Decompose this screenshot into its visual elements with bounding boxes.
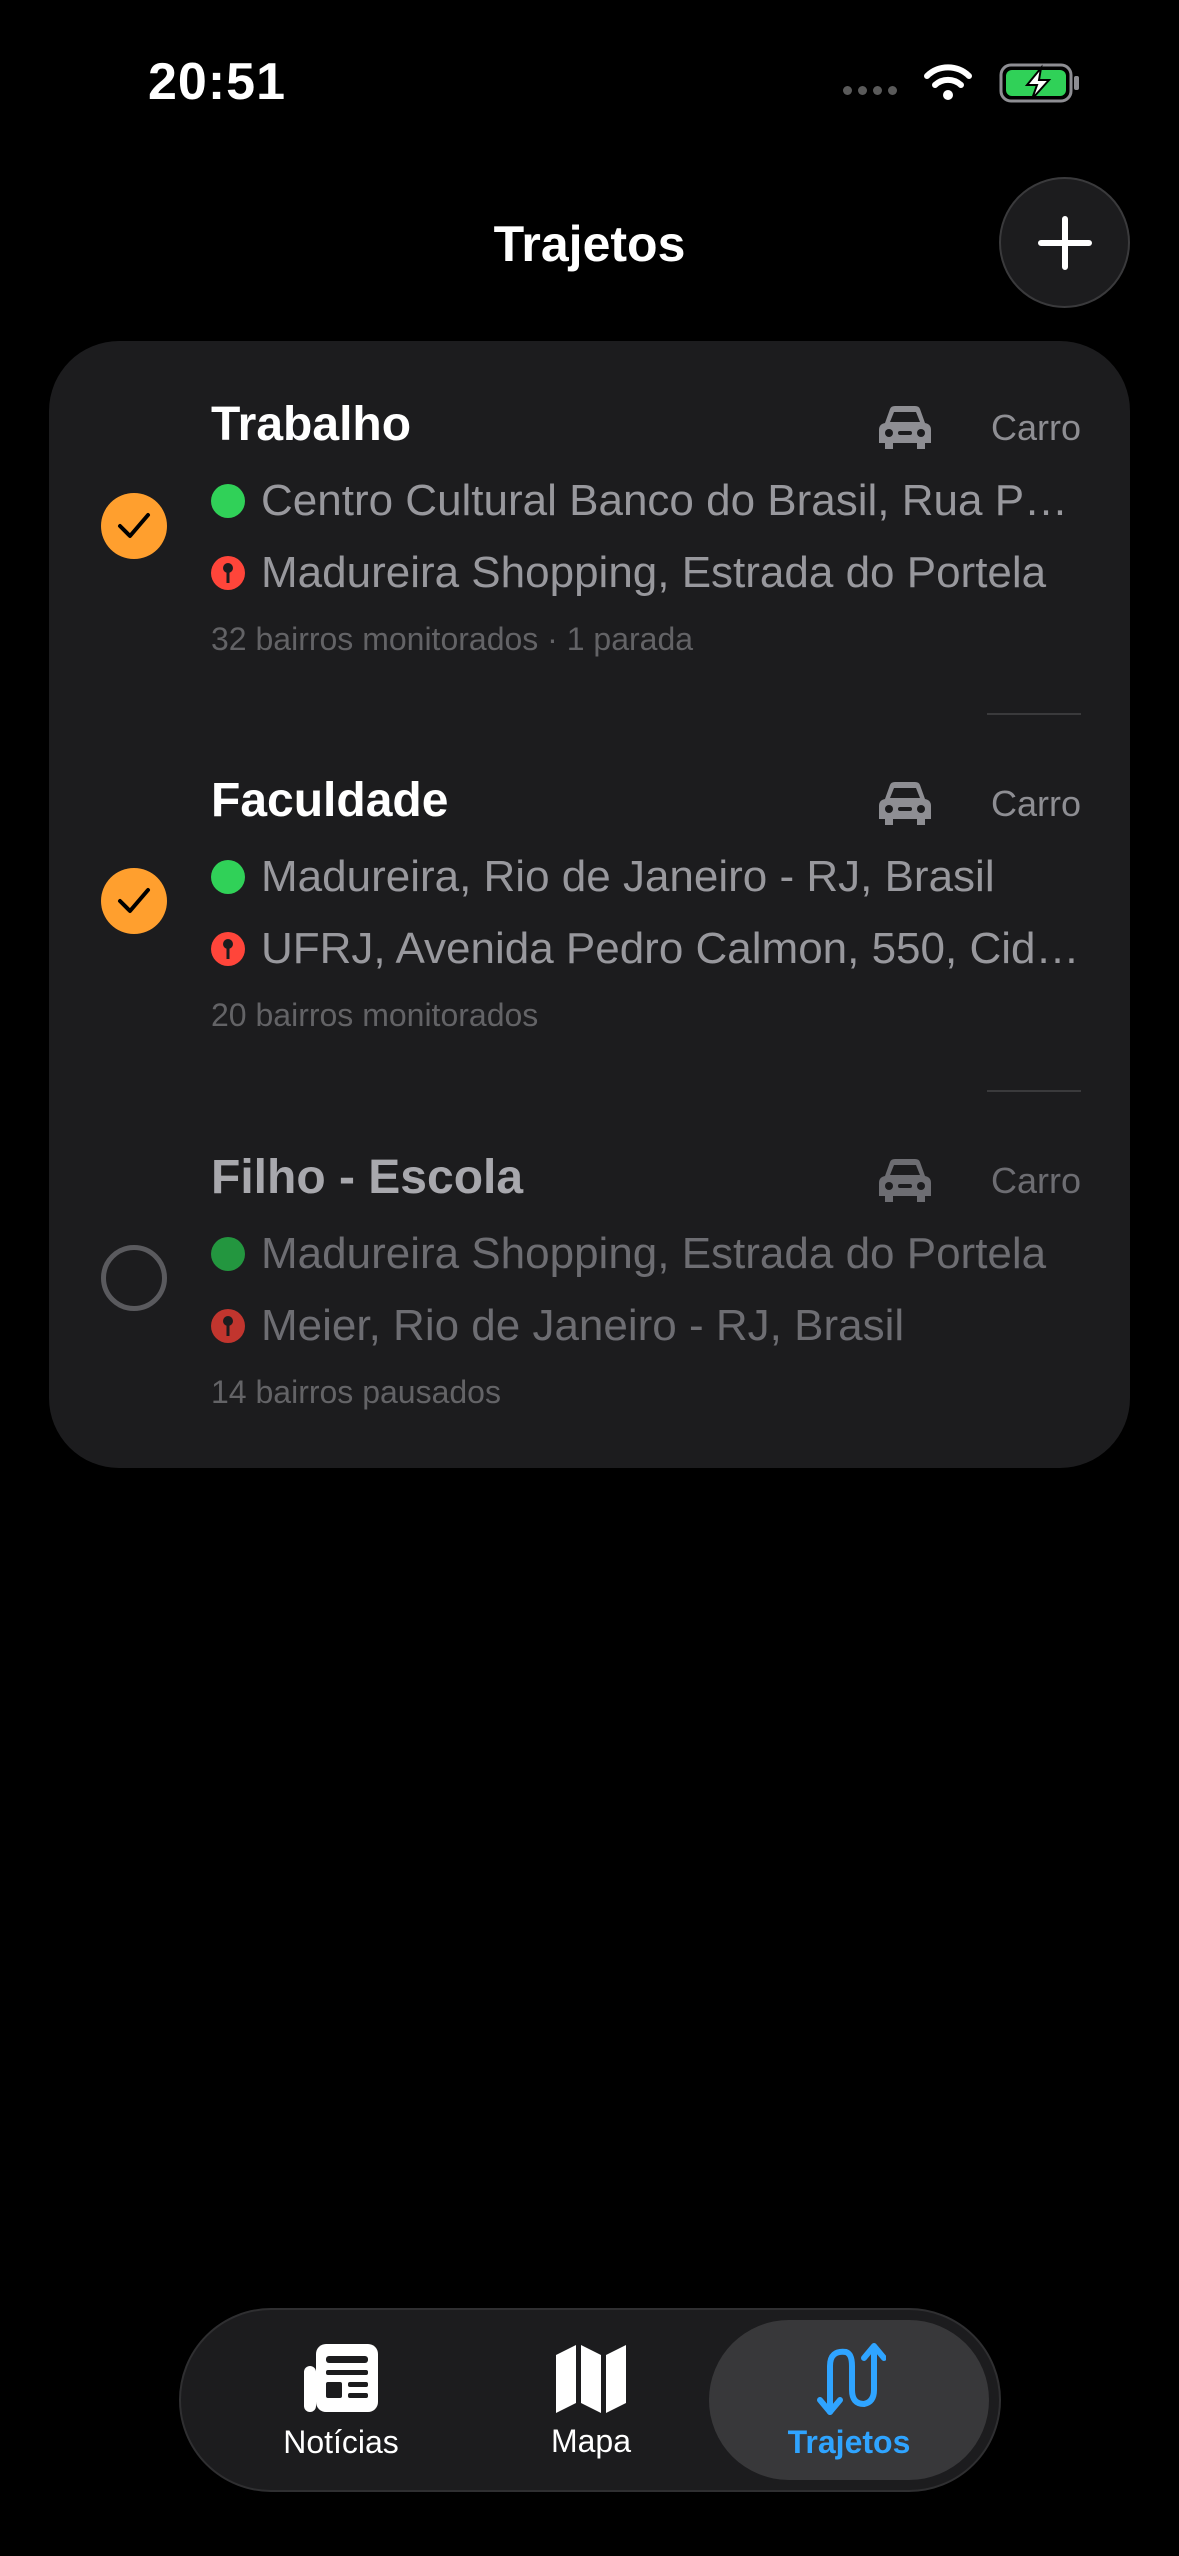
destination-row: Meier, Rio de Janeiro - RJ, Brasil [211,1301,1081,1351]
divider [987,713,1081,715]
route-meta: 32 bairros monitorados · 1 parada [211,621,694,657]
origin-dot-icon [211,484,245,518]
divider [987,1090,1081,1092]
mode-label: Carro [990,407,1081,448]
origin-row: Madureira Shopping, Estrada do Portela [211,1229,1081,1279]
origin-dot-icon [211,1237,245,1271]
tab-label: Trajetos [787,2423,911,2460]
map-icon [556,2344,626,2413]
routes-icon [817,2342,886,2415]
destination-text: Madureira Shopping, Estrada do Portela [261,548,1047,597]
origin-row: Centro Cultural Banco do Brasil, Rua Pri… [211,476,1081,526]
destination-row: Madureira Shopping, Estrada do Portela [211,548,1081,598]
origin-text: Madureira Shopping, Estrada do Portela [261,1229,1047,1278]
route-item-filho-escola[interactable]: Filho - Escola Carro Madureira Shopping,… [49,1095,1130,1471]
origin-row: Madureira, Rio de Janeiro - RJ, Brasil [211,852,1081,902]
cellular-signal-icon [843,85,897,95]
destination-pin-icon [211,556,245,590]
route-meta: 14 bairros pausados [211,1374,501,1410]
origin-text: Madureira, Rio de Janeiro - RJ, Brasil [261,852,995,901]
route-meta: 20 bairros monitorados [211,997,539,1033]
car-icon [879,406,931,449]
route-name: Trabalho [211,398,412,451]
destination-text: UFRJ, Avenida Pedro Calmon, 550, Cidade … [261,924,1081,973]
route-item-faculdade[interactable]: Faculdade Carro Madureira, Rio de Janeir… [49,718,1130,1094]
battery-charging-icon [999,63,1079,103]
destination-text: Meier, Rio de Janeiro - RJ, Brasil [261,1301,905,1350]
route-toggle-checkbox[interactable] [101,493,167,559]
screen: 20:51 Trajetos Trabalho Carro Centro Cul… [0,0,1179,2556]
car-icon [879,1159,931,1202]
origin-dot-icon [211,860,245,894]
destination-pin-icon [211,1309,245,1343]
tab-label: Mapa [550,2422,632,2459]
tab-trajetos[interactable]: Trajetos [709,2320,989,2480]
route-name: Filho - Escola [211,1151,524,1204]
add-route-button[interactable] [999,177,1130,308]
car-icon [879,782,931,825]
status-icons [843,62,1081,104]
tab-mapa[interactable]: Mapa [501,2310,681,2490]
tab-label: Notícias [283,2423,399,2460]
tab-noticias[interactable]: Notícias [241,2310,441,2490]
routes-list: Trabalho Carro Centro Cultural Banco do … [49,341,1130,1468]
plus-icon [1037,215,1092,270]
mode-label: Carro [990,1160,1081,1201]
wifi-icon [924,64,972,100]
destination-pin-icon [211,932,245,966]
origin-text: Centro Cultural Banco do Brasil, Rua Pri… [261,476,1081,525]
route-toggle-checkbox[interactable] [101,1245,167,1311]
checkmark-icon [118,513,150,538]
route-toggle-checkbox[interactable] [101,868,167,934]
route-item-trabalho[interactable]: Trabalho Carro Centro Cultural Banco do … [49,341,1130,717]
checkmark-icon [118,888,150,913]
destination-row: UFRJ, Avenida Pedro Calmon, 550, Cidade … [211,924,1081,974]
tab-bar: Notícias Mapa Trajetos [179,2308,1001,2492]
mode-label: Carro [990,783,1081,824]
status-time: 20:51 [148,53,286,111]
newspaper-icon [304,2343,378,2412]
route-name: Faculdade [211,774,449,827]
